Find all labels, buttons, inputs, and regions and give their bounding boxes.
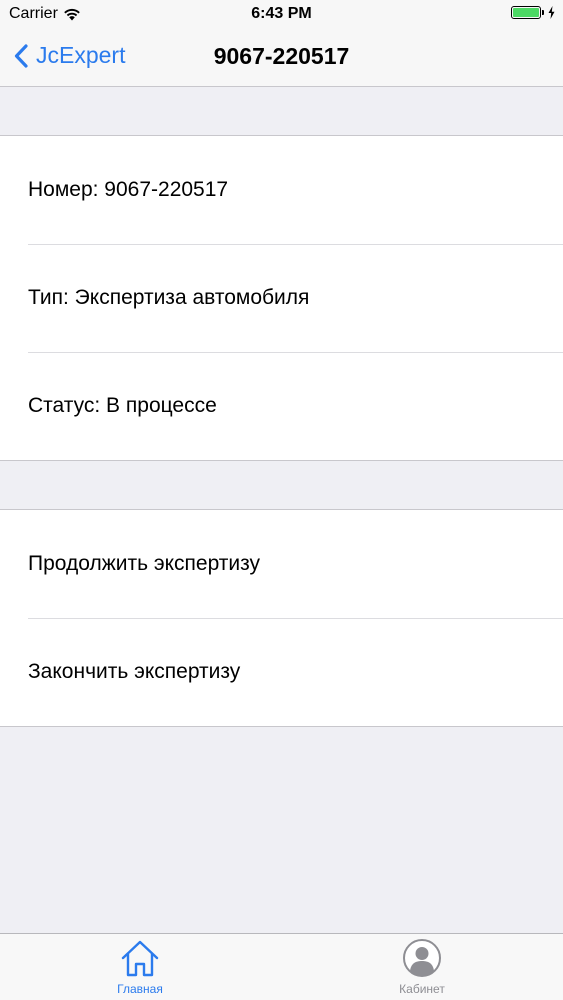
finish-expertise-button[interactable]: Закончить экспертизу <box>0 618 563 726</box>
tab-home[interactable]: Главная <box>80 938 200 996</box>
battery-nub <box>542 10 544 15</box>
battery-icon <box>511 6 541 19</box>
battery-indicator <box>511 6 555 19</box>
type-text: Тип: Экспертиза автомобиля <box>28 286 310 309</box>
battery-fill <box>513 8 539 17</box>
charging-bolt-icon <box>548 6 555 19</box>
info-section: Номер: 9067-220517 Тип: Экспертиза автом… <box>0 135 563 461</box>
tab-bar: Главная Кабинет <box>0 933 563 1000</box>
status-text: Статус: В процессе <box>28 394 217 417</box>
actions-section: Продолжить экспертизу Закончить эксперти… <box>0 509 563 727</box>
continue-expertise-label: Продолжить экспертизу <box>28 552 261 575</box>
status-bar: Carrier 6:43 PM <box>0 0 563 30</box>
status-row: Статус: В процессе <box>0 352 563 460</box>
number-text: Номер: 9067-220517 <box>28 178 229 201</box>
profile-icon <box>403 939 441 977</box>
number-row: Номер: 9067-220517 <box>0 136 563 244</box>
tab-cabinet-label: Кабинет <box>399 982 445 996</box>
navigation-bar: JcExpert 9067-220517 <box>0 30 563 87</box>
finish-expertise-label: Закончить экспертизу <box>28 660 241 683</box>
clock: 6:43 PM <box>251 5 312 22</box>
tab-cabinet[interactable]: Кабинет <box>362 938 482 996</box>
continue-expertise-button[interactable]: Продолжить экспертизу <box>0 510 563 618</box>
type-row: Тип: Экспертиза автомобиля <box>0 244 563 352</box>
tab-home-label: Главная <box>117 982 163 996</box>
home-icon <box>121 940 159 977</box>
page-title: 9067-220517 <box>213 43 350 69</box>
